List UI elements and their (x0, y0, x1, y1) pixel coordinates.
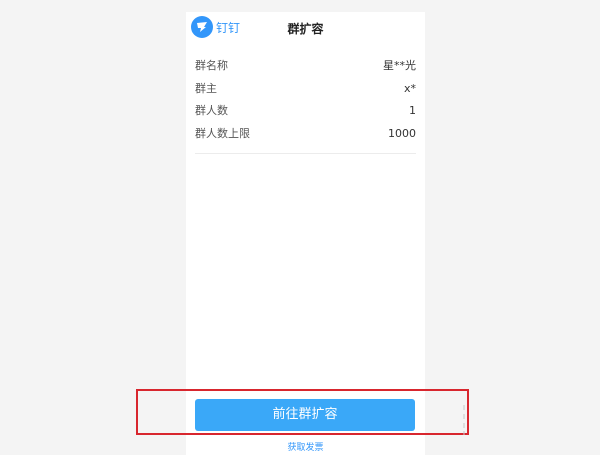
go-expand-button[interactable]: 前往群扩容 (195, 399, 415, 431)
page: 钉钉 群扩容 群名称 星**光 群主 x* 群人数 1 群人数上限 1000 前 (0, 0, 600, 455)
info-value: 星**光 (383, 59, 416, 72)
divider (195, 153, 416, 154)
info-label: 群名称 (195, 59, 228, 72)
info-row-member-limit: 群人数上限 1000 (195, 123, 416, 146)
info-row-group-owner: 群主 x* (195, 78, 416, 101)
info-label: 群人数 (195, 104, 228, 117)
expand-panel: 钉钉 群扩容 群名称 星**光 群主 x* 群人数 1 群人数上限 1000 前 (186, 12, 425, 455)
watermark-marks (463, 405, 465, 435)
group-info-list: 群名称 星**光 群主 x* 群人数 1 群人数上限 1000 (186, 44, 425, 145)
info-value: 1 (409, 104, 416, 117)
info-value: 1000 (388, 126, 416, 140)
info-value: x* (403, 81, 416, 95)
info-label: 群人数上限 (195, 126, 250, 140)
header: 钉钉 群扩容 (186, 12, 425, 44)
get-invoice-link[interactable]: 获取发票 (186, 440, 425, 453)
info-row-group-name: 群名称 星**光 (195, 55, 416, 78)
info-row-member-count: 群人数 1 (195, 100, 416, 123)
info-label: 群主 (195, 81, 217, 95)
page-title: 群扩容 (287, 22, 324, 36)
